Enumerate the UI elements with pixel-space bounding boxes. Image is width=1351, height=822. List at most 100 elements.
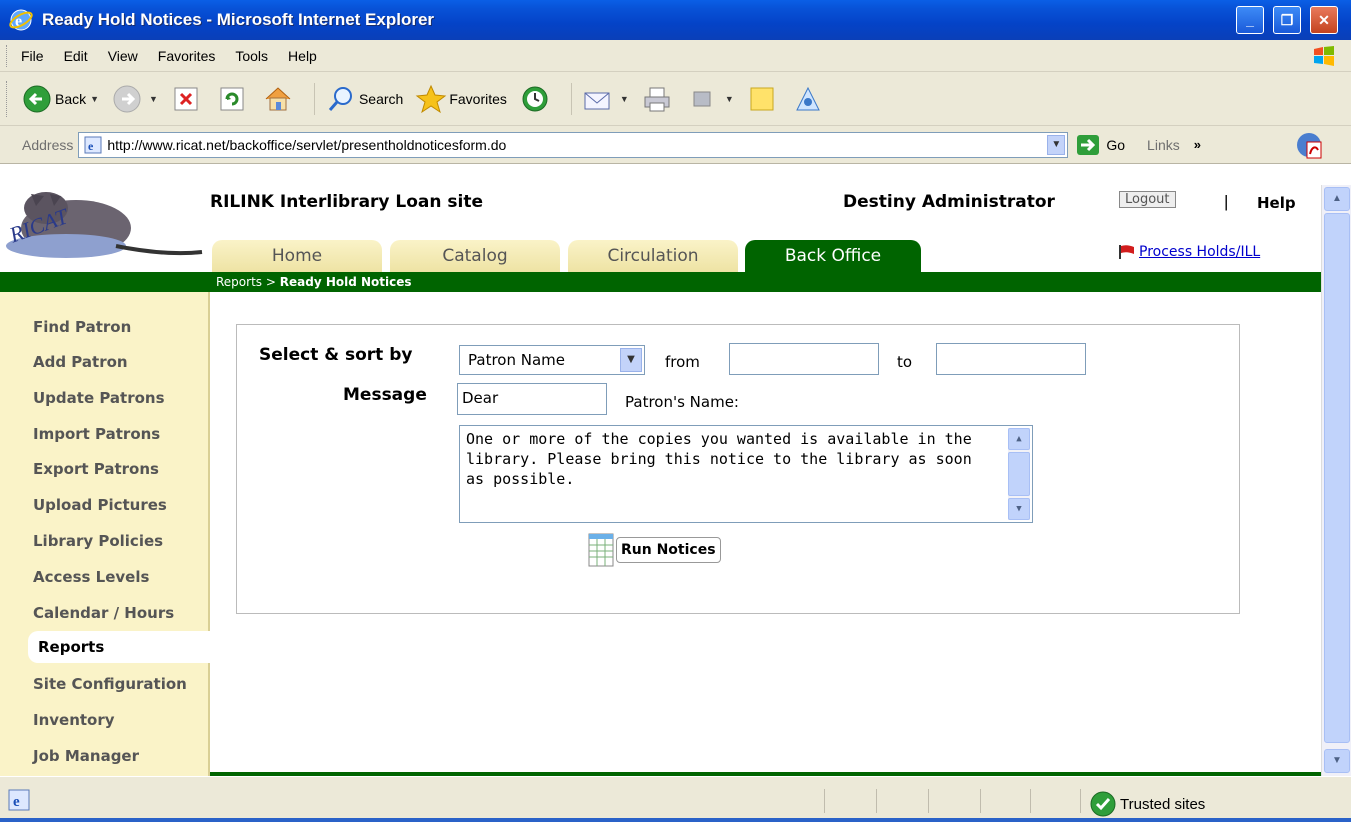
back-dropdown-icon[interactable]: ▼ — [90, 94, 99, 104]
breadcrumb-reports[interactable]: Reports — [216, 275, 262, 289]
discuss-button[interactable] — [744, 81, 780, 117]
address-input[interactable]: e http://www.ricat.net/backoffice/servle… — [78, 131, 1069, 158]
sidebar-item-job-manager[interactable]: Job Manager — [33, 747, 139, 765]
menu-view[interactable]: View — [108, 48, 138, 64]
page-content: RICAT RILINK Interlibrary Loan site Dest… — [0, 164, 1321, 776]
window-titlebar: e Ready Hold Notices - Microsoft Interne… — [0, 0, 1351, 40]
menu-favorites[interactable]: Favorites — [158, 48, 216, 64]
messenger-icon — [790, 81, 826, 117]
search-icon — [323, 81, 359, 117]
patron-name-label: Patron's Name: — [625, 393, 739, 411]
sort-select[interactable]: Patron Name ▼ — [459, 345, 645, 375]
links-chevron-icon[interactable]: » — [1194, 137, 1201, 152]
forward-dropdown-icon[interactable]: ▼ — [149, 94, 158, 104]
mail-button[interactable]: ▼ — [580, 81, 629, 117]
status-divider — [1030, 789, 1031, 813]
menu-grip — [6, 44, 9, 67]
refresh-button[interactable] — [214, 81, 250, 117]
go-arrow-icon — [1076, 134, 1100, 156]
sidebar-item-site-configuration[interactable]: Site Configuration — [33, 675, 187, 693]
sidebar-item-library-policies[interactable]: Library Policies — [33, 532, 163, 550]
page-scroll-down-icon[interactable]: ▼ — [1324, 749, 1350, 773]
back-button[interactable]: Back ▼ — [19, 81, 99, 117]
forward-button[interactable]: ▼ — [109, 81, 158, 117]
menu-edit[interactable]: Edit — [64, 48, 88, 64]
messenger-button[interactable] — [790, 81, 826, 117]
address-url: http://www.ricat.net/backoffice/servlet/… — [107, 136, 507, 153]
tab-circulation[interactable]: Circulation — [568, 240, 738, 272]
back-arrow-icon — [19, 81, 55, 117]
tab-catalog[interactable]: Catalog — [390, 240, 560, 272]
sidebar-item-add-patron[interactable]: Add Patron — [33, 353, 128, 371]
textarea-scrollbar[interactable]: ▲ ▼ — [1008, 428, 1030, 520]
sidebar-item-inventory[interactable]: Inventory — [33, 711, 115, 729]
run-notices-label: Run Notices — [616, 537, 721, 563]
address-label: Address — [22, 136, 74, 153]
scroll-down-icon[interactable]: ▼ — [1008, 498, 1030, 520]
sidebar-item-find-patron[interactable]: Find Patron — [33, 318, 131, 336]
search-button[interactable]: Search — [323, 81, 403, 117]
menu-bar: File Edit View Favorites Tools Help — [0, 40, 1351, 72]
edit-dropdown-icon[interactable]: ▼ — [725, 94, 734, 104]
minimize-button[interactable]: _ — [1236, 6, 1264, 34]
select-sort-label: Select & sort by — [259, 345, 413, 365]
run-notices-button[interactable]: Run Notices — [588, 533, 721, 567]
scroll-up-icon[interactable]: ▲ — [1008, 428, 1030, 450]
sidebar-item-access-levels[interactable]: Access Levels — [33, 568, 149, 586]
go-button[interactable]: Go — [1076, 134, 1125, 156]
message-body-text: One or more of the copies you wanted is … — [466, 430, 972, 488]
tab-home[interactable]: Home — [212, 240, 382, 272]
ie-icon: e — [8, 7, 34, 33]
page-scroll-thumb[interactable] — [1324, 213, 1350, 743]
back-label: Back — [55, 90, 87, 107]
message-salutation-input[interactable]: Dear — [457, 383, 607, 415]
page-scroll-up-icon[interactable]: ▲ — [1324, 187, 1350, 211]
message-body-textarea[interactable]: One or more of the copies you wanted is … — [459, 425, 1033, 523]
logout-button[interactable]: Logout — [1119, 191, 1176, 208]
acrobat-icon[interactable] — [1294, 130, 1324, 163]
browser-toolbar: Back ▼ ▼ Search Favorites ▼ ▼ — [0, 72, 1351, 126]
status-divider — [824, 789, 825, 813]
close-button[interactable]: ✕ — [1310, 6, 1338, 34]
home-button[interactable] — [260, 81, 296, 117]
stop-button[interactable] — [168, 81, 204, 117]
toolbar-separator — [313, 82, 315, 115]
edit-page-icon — [685, 81, 721, 117]
user-name: Destiny Administrator — [843, 192, 1055, 212]
scroll-thumb[interactable] — [1008, 452, 1030, 496]
favorites-button[interactable]: Favorites — [413, 81, 507, 117]
page-scrollbar[interactable]: ▲ ▼ — [1321, 185, 1351, 776]
site-title: RILINK Interlibrary Loan site — [210, 192, 484, 212]
ricat-logo: RICAT — [5, 186, 206, 266]
sidebar-item-import-patrons[interactable]: Import Patrons — [33, 425, 160, 443]
links-label[interactable]: Links — [1147, 137, 1180, 153]
sidebar-item-calendar-hours[interactable]: Calendar / Hours — [33, 604, 174, 622]
notice-form: Select & sort by Patron Name ▼ from to M… — [236, 324, 1240, 614]
security-zone[interactable]: Trusted sites — [1090, 791, 1205, 817]
maximize-button[interactable]: ❐ — [1273, 6, 1301, 34]
from-label: from — [665, 353, 700, 371]
menu-tools[interactable]: Tools — [235, 48, 268, 64]
sort-select-value: Patron Name — [468, 351, 565, 369]
chevron-down-icon[interactable]: ▼ — [620, 348, 642, 372]
sidebar-item-update-patrons[interactable]: Update Patrons — [33, 389, 165, 407]
sidebar-item-export-patrons[interactable]: Export Patrons — [33, 460, 159, 478]
to-input[interactable] — [936, 343, 1086, 375]
help-link[interactable]: Help — [1257, 194, 1296, 212]
address-dropdown-icon[interactable]: ▼ — [1047, 134, 1066, 155]
menu-file[interactable]: File — [21, 48, 44, 64]
process-holds-link[interactable]: Process Holds/ILL — [1118, 244, 1260, 260]
from-input[interactable] — [729, 343, 879, 375]
history-button[interactable] — [517, 81, 553, 117]
tab-back-office[interactable]: Back Office — [745, 240, 921, 272]
to-label: to — [897, 353, 913, 371]
print-button[interactable] — [639, 81, 675, 117]
status-divider — [1080, 789, 1081, 813]
breadcrumb-separator: > — [265, 275, 276, 289]
menu-help[interactable]: Help — [288, 48, 317, 64]
edit-button[interactable]: ▼ — [685, 81, 734, 117]
svg-text:e: e — [88, 139, 94, 153]
mail-dropdown-icon[interactable]: ▼ — [620, 94, 629, 104]
sidebar-item-upload-pictures[interactable]: Upload Pictures — [33, 496, 167, 514]
sidebar-item-reports[interactable]: Reports — [28, 631, 212, 663]
